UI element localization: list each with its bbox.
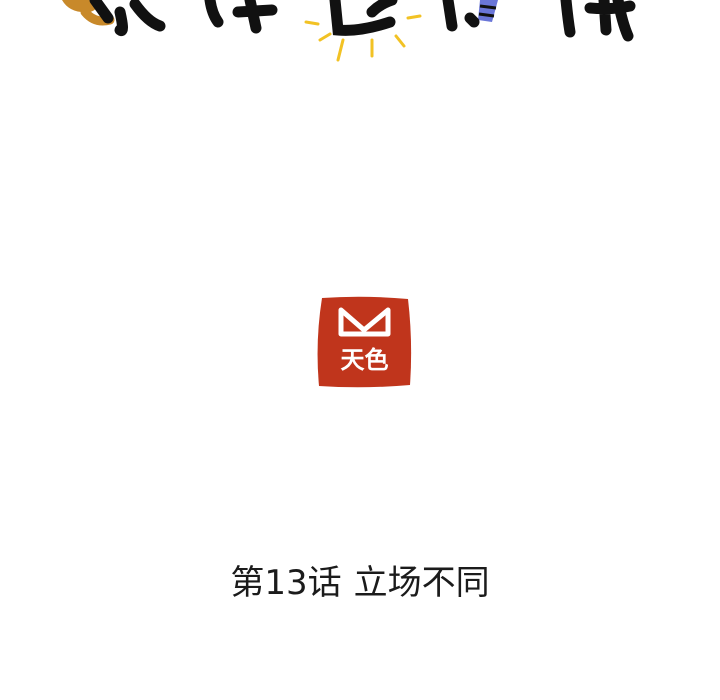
title-art-glyph-5 xyxy=(560,0,636,42)
title-art xyxy=(62,0,636,62)
title-art-sun-rays xyxy=(304,14,422,62)
title-art-glyph-3 xyxy=(329,0,398,36)
title-art-glyph-4 xyxy=(442,0,480,32)
chapter-number: 第13话 xyxy=(230,563,342,603)
logo-text: 天色 xyxy=(341,346,389,374)
publisher-logo: 天色 xyxy=(317,296,412,388)
chapter-title: 立场不同 xyxy=(353,563,490,603)
title-art-blue-accent xyxy=(478,0,498,22)
title-art-glyph-1 xyxy=(89,0,166,37)
title-art-glyph-2 xyxy=(204,0,278,34)
chapter-heading: 第13话 立场不同 xyxy=(0,558,720,608)
